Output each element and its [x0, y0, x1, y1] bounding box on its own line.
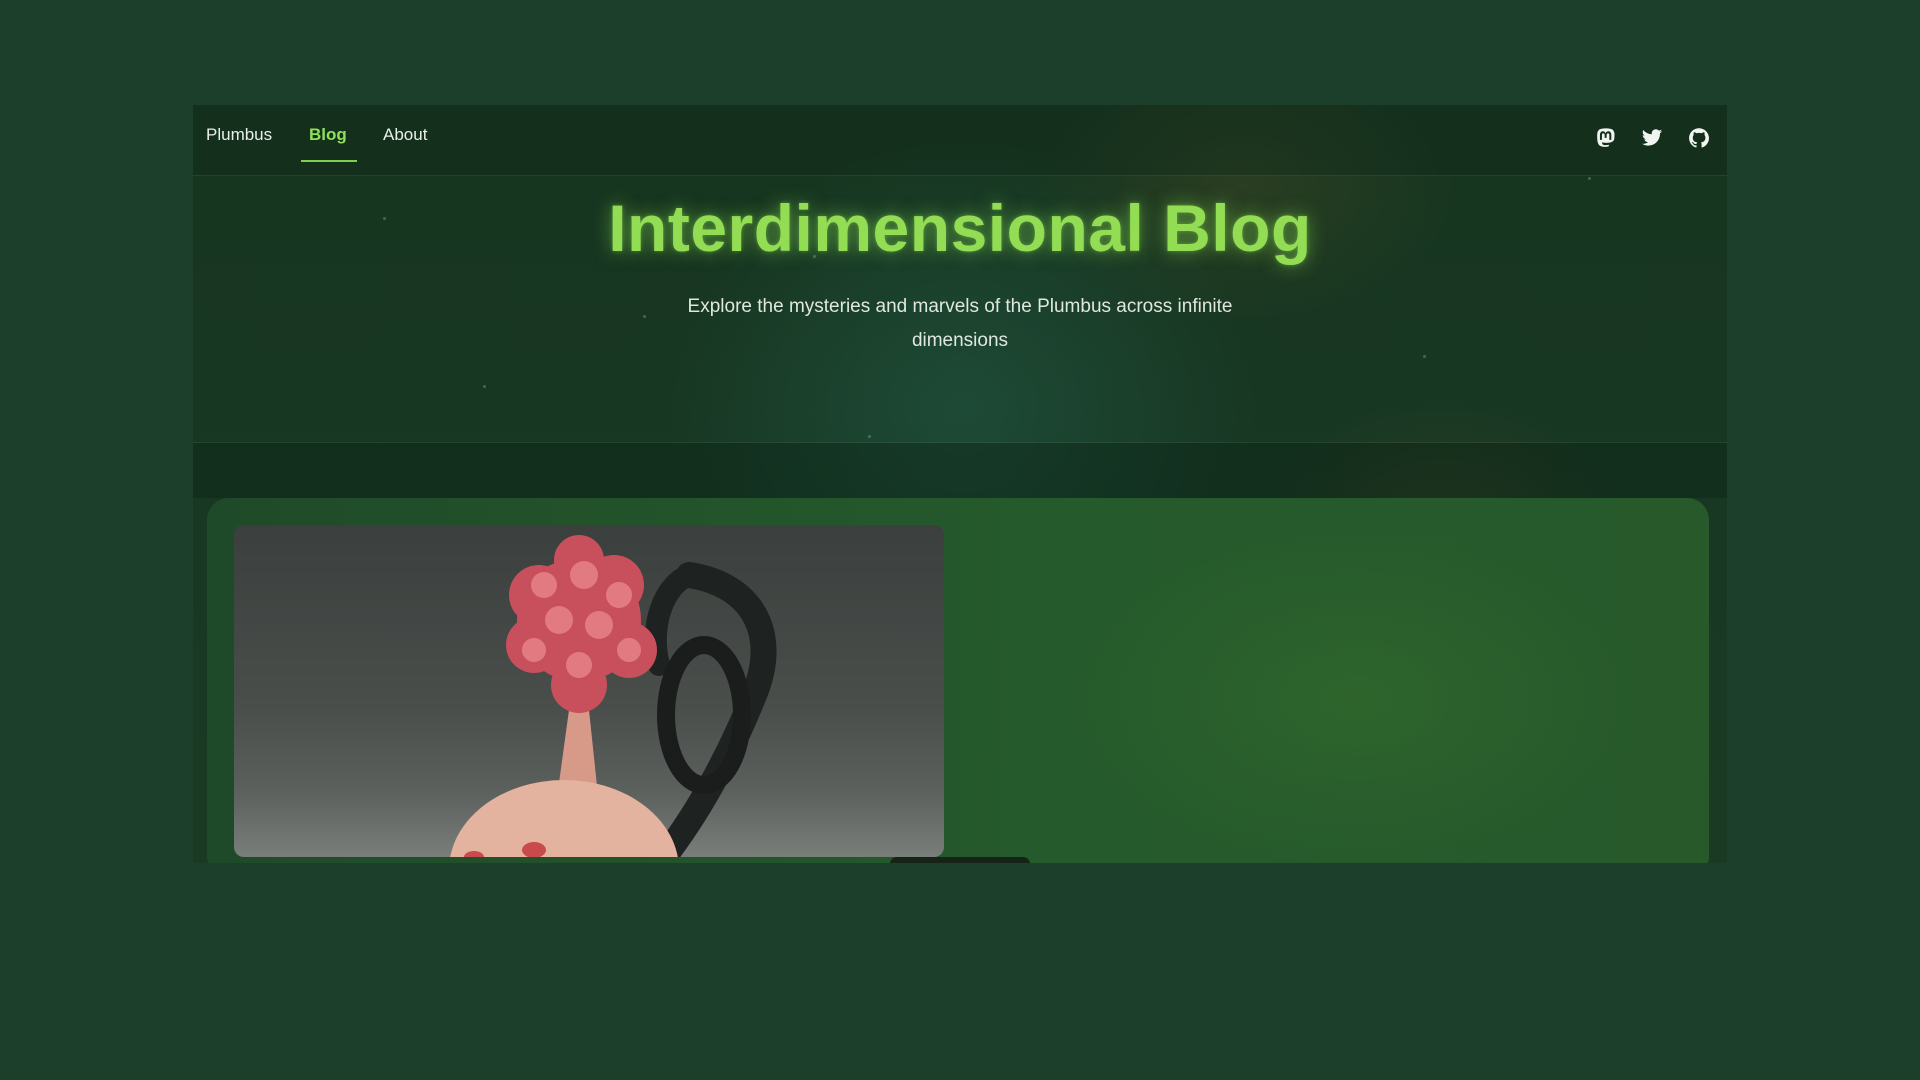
page-frame: Plumbus Blog About Interdimensional Blog… [193, 105, 1727, 863]
nav-link-plumbus[interactable]: Plumbus [206, 125, 272, 145]
github-icon[interactable] [1685, 124, 1713, 152]
nav-link-about[interactable]: About [383, 125, 427, 145]
section-band [193, 443, 1727, 498]
active-tab-indicator [301, 160, 357, 162]
scroll-indicator [890, 857, 1030, 863]
hero-section: Interdimensional Blog Explore the myster… [193, 176, 1727, 443]
featured-post-image[interactable] [234, 525, 944, 857]
twitter-icon[interactable] [1638, 124, 1666, 152]
hero-subtitle: Explore the mysteries and marvels of the… [687, 296, 1233, 351]
page-title: Interdimensional Blog [608, 191, 1312, 265]
plumbus-photo [450, 535, 777, 857]
featured-post-card[interactable] [207, 498, 1709, 863]
mastodon-icon[interactable] [1592, 124, 1620, 152]
top-navbar: Plumbus Blog About [193, 105, 1727, 176]
nav-link-blog[interactable]: Blog [309, 125, 347, 145]
